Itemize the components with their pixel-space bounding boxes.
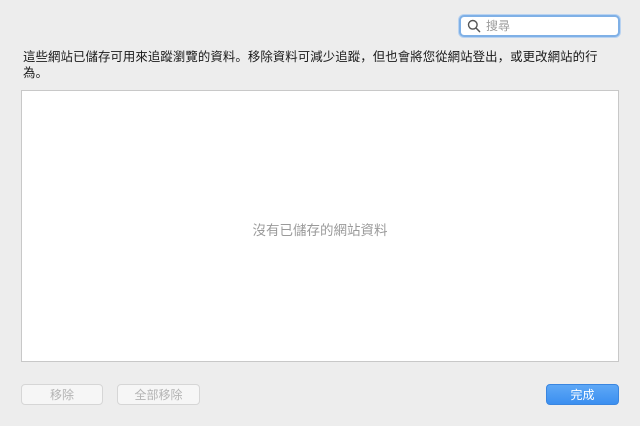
empty-list-message: 沒有已儲存的網站資料 bbox=[252, 223, 388, 239]
remove-all-button[interactable]: 全部移除 bbox=[117, 384, 200, 405]
remove-button[interactable]: 移除 bbox=[21, 384, 103, 405]
search-input[interactable] bbox=[483, 19, 616, 33]
description-text: 這些網站已儲存可用來追蹤瀏覽的資料。移除資料可減少追蹤，但也會將您從網站登出，或… bbox=[23, 49, 598, 80]
search-icon bbox=[465, 17, 483, 35]
done-button[interactable]: 完成 bbox=[546, 384, 619, 405]
website-data-list[interactable]: 沒有已儲存的網站資料 bbox=[21, 90, 619, 362]
search-field[interactable] bbox=[459, 15, 620, 37]
website-data-sheet: 這些網站已儲存可用來追蹤瀏覽的資料。移除資料可減少追蹤，但也會將您從網站登出，或… bbox=[0, 0, 640, 426]
